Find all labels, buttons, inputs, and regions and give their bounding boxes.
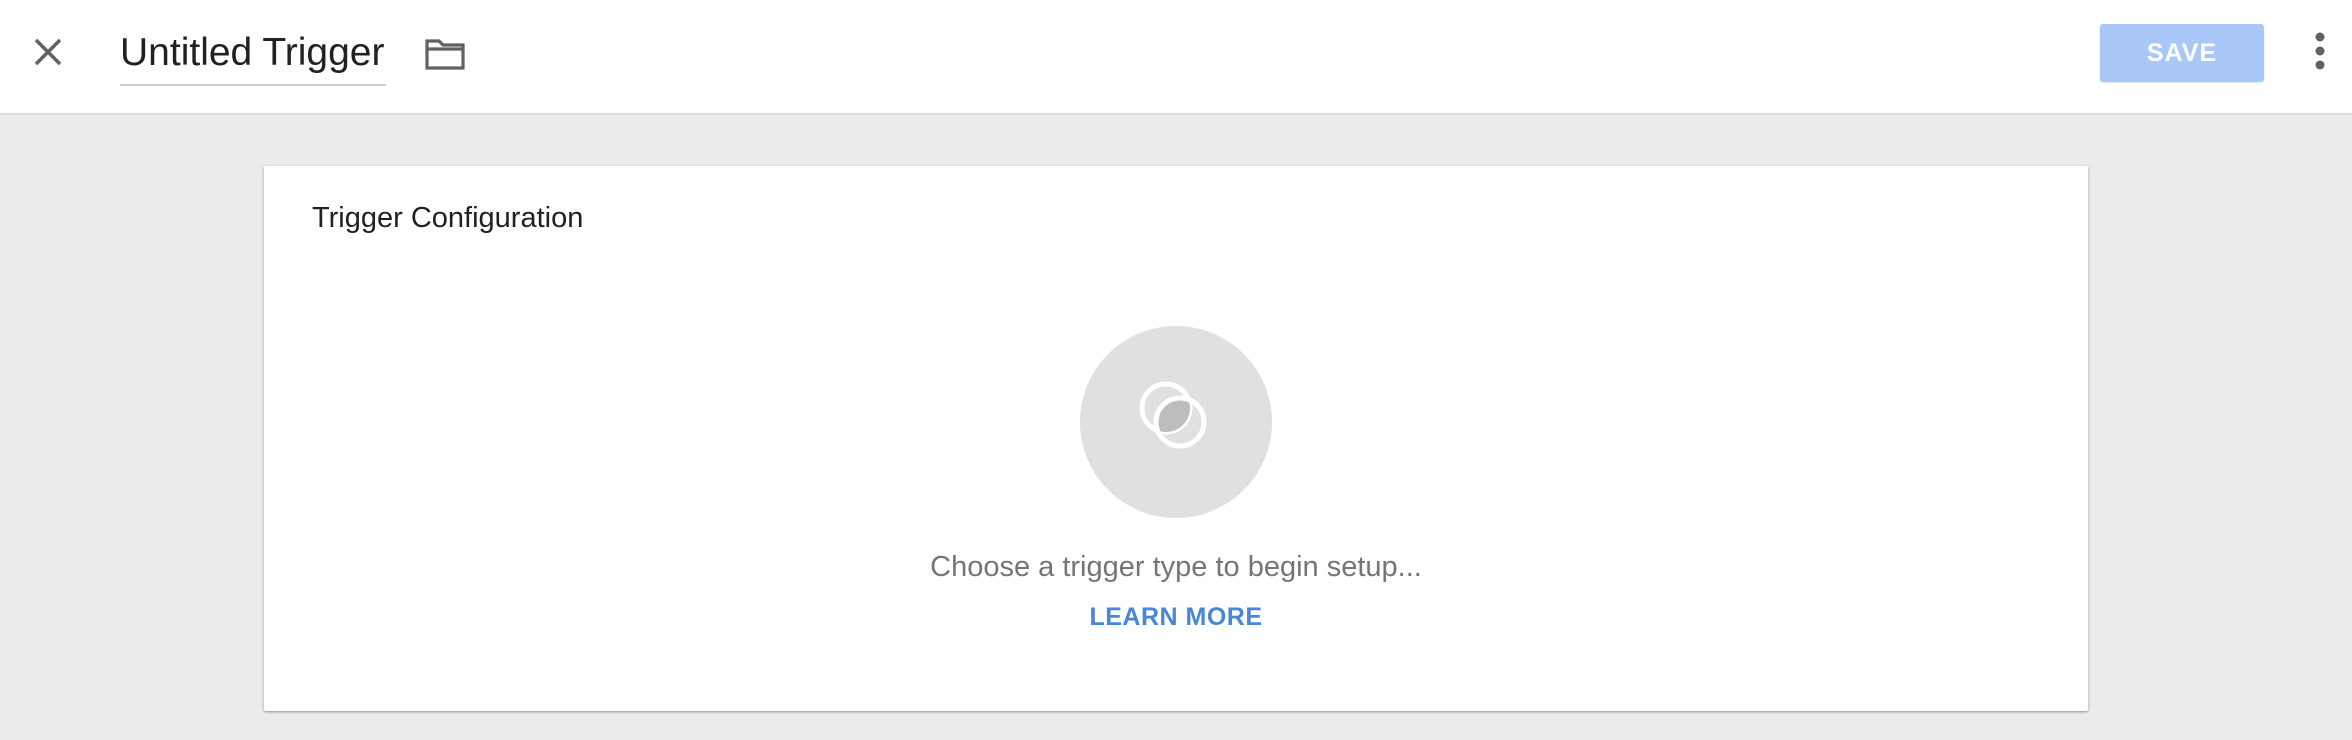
close-button[interactable]: [24, 30, 72, 78]
trigger-configuration-card: Trigger Configuration Choose a trigger t…: [264, 166, 2088, 711]
folder-button[interactable]: [420, 33, 470, 79]
choose-trigger-type-button[interactable]: [1080, 326, 1272, 518]
top-bar: Untitled Trigger SAVE: [0, 0, 2352, 115]
trigger-type-icon: [1128, 372, 1224, 473]
trigger-name-field[interactable]: Untitled Trigger: [120, 24, 387, 86]
card-heading: Trigger Configuration: [312, 202, 584, 234]
empty-state-prompt: Choose a trigger type to begin setup...: [930, 551, 1422, 583]
more-vert-icon: [2314, 31, 2326, 76]
learn-more-link[interactable]: LEARN MORE: [1089, 603, 1262, 631]
save-button[interactable]: SAVE: [2100, 24, 2264, 82]
page-title: Untitled Trigger: [120, 31, 385, 74]
close-icon: [32, 36, 64, 73]
more-options-button[interactable]: [2300, 28, 2340, 78]
folder-icon: [424, 37, 466, 76]
